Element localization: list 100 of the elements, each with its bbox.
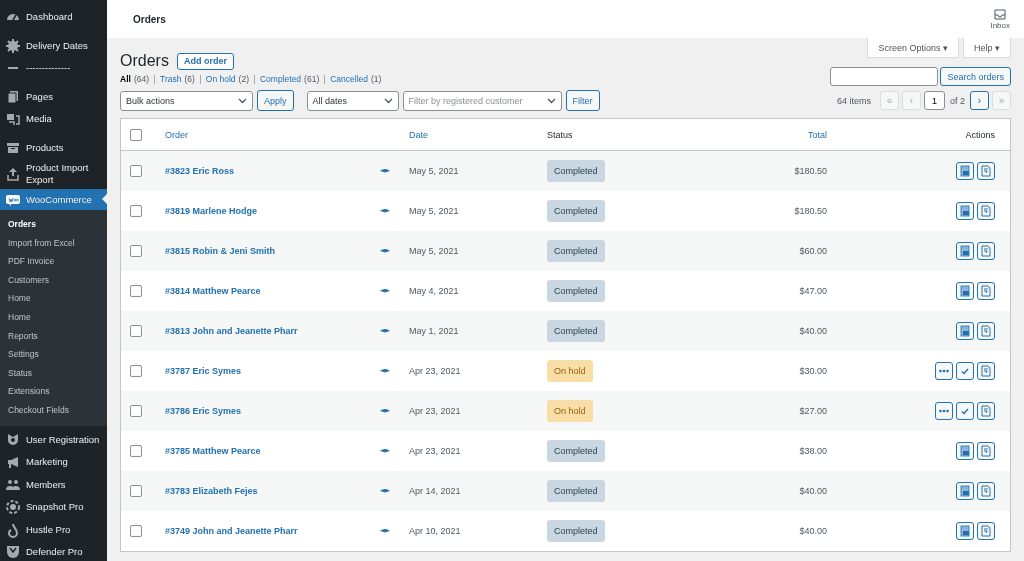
- menu-item[interactable]: User Registration: [0, 430, 107, 449]
- submenu-item[interactable]: Import from Excel: [0, 233, 107, 253]
- checkbox[interactable]: [130, 245, 142, 257]
- checkbox[interactable]: [130, 128, 142, 141]
- checkbox[interactable]: [130, 525, 142, 537]
- action-button[interactable]: [977, 282, 995, 300]
- checkbox[interactable]: [130, 325, 142, 337]
- menu-item[interactable]: Dashboard: [0, 8, 107, 26]
- checkbox[interactable]: [130, 285, 142, 297]
- menu-item[interactable]: --------------: [0, 59, 107, 77]
- search-field[interactable]: [830, 67, 939, 86]
- eye-icon[interactable]: [380, 288, 390, 294]
- order-link[interactable]: #3814 Matthew Pearce: [165, 286, 261, 296]
- bulk-actions-dropdown[interactable]: Bulk actions: [120, 90, 253, 111]
- filter-link[interactable]: All: [120, 74, 131, 84]
- action-button[interactable]: [977, 322, 995, 340]
- menu-item[interactable]: Hustle Pro: [0, 520, 107, 539]
- page-field[interactable]: 1: [924, 91, 945, 110]
- action-button[interactable]: [977, 442, 995, 460]
- submenu-item[interactable]: Home: [0, 307, 107, 327]
- filter-link[interactable]: On hold: [199, 74, 236, 84]
- submenu-item[interactable]: Extensions: [0, 382, 107, 401]
- action-button[interactable]: [956, 162, 974, 180]
- eye-icon[interactable]: [380, 168, 390, 174]
- action-button[interactable]: [977, 522, 995, 540]
- menu-item[interactable]: Members: [0, 475, 107, 494]
- action-button[interactable]: [935, 362, 953, 380]
- column-header[interactable]: Order: [165, 129, 188, 140]
- submenu-item[interactable]: PDF Invoice: [0, 252, 107, 271]
- submenu-item[interactable]: Home: [0, 289, 107, 308]
- menu-item[interactable]: Delivery Dates: [0, 36, 107, 55]
- submenu-item[interactable]: Orders: [0, 215, 107, 234]
- eye-icon[interactable]: [380, 448, 390, 454]
- order-link[interactable]: #3813 John and Jeanette Pharr: [165, 326, 298, 336]
- search-button[interactable]: Search orders: [940, 67, 1011, 86]
- action-button[interactable]: [956, 282, 974, 300]
- order-link[interactable]: #3749 John and Jeanette Pharr: [165, 526, 298, 536]
- page-button[interactable]: ›: [970, 91, 989, 110]
- order-link[interactable]: #3785 Matthew Pearce: [165, 446, 261, 456]
- screen-tab[interactable]: Screen Options ▾: [867, 38, 959, 58]
- action-button[interactable]: [956, 402, 974, 420]
- checkbox[interactable]: [130, 165, 142, 177]
- order-link[interactable]: #3786 Eric Symes: [165, 406, 242, 416]
- action-button[interactable]: [977, 482, 995, 500]
- action-button[interactable]: [956, 202, 974, 220]
- submenu-item[interactable]: Status: [0, 363, 107, 383]
- action-button[interactable]: [956, 242, 974, 260]
- submenu-item[interactable]: Settings: [0, 345, 107, 364]
- submenu-item[interactable]: Checkout Fields: [0, 400, 107, 420]
- order-link[interactable]: #3815 Robin & Jeni Smith: [165, 246, 276, 256]
- action-button[interactable]: [956, 522, 974, 540]
- aperture-icon: [5, 499, 21, 516]
- eye-icon[interactable]: [380, 368, 390, 374]
- inbox-button[interactable]: Inbox: [990, 8, 1010, 30]
- menu-item[interactable]: Products: [0, 138, 107, 157]
- filter-link[interactable]: Completed: [254, 74, 302, 84]
- filter-link[interactable]: Trash: [154, 74, 182, 84]
- eye-icon[interactable]: [380, 248, 390, 254]
- checkbox[interactable]: [130, 405, 142, 417]
- eye-icon[interactable]: [380, 328, 390, 334]
- menu-item[interactable]: Media: [0, 110, 107, 128]
- menu-item[interactable]: Snapshot Pro: [0, 498, 107, 517]
- customer-filter-field[interactable]: Filter by registered customer: [402, 90, 562, 111]
- menu-item[interactable]: Pages: [0, 87, 107, 106]
- submenu-item[interactable]: Customers: [0, 270, 107, 290]
- menu-item[interactable]: Marketing: [0, 453, 107, 472]
- apply-button[interactable]: Apply: [257, 90, 294, 111]
- action-button[interactable]: [977, 162, 995, 180]
- order-link[interactable]: #3783 Elizabeth Fejes: [165, 486, 258, 496]
- action-button[interactable]: [935, 402, 953, 420]
- action-button[interactable]: [977, 362, 995, 380]
- order-link[interactable]: #3787 Eric Symes: [165, 366, 242, 376]
- action-button[interactable]: [956, 322, 974, 340]
- add-order-button[interactable]: Add order: [176, 52, 234, 70]
- action-button[interactable]: [977, 242, 995, 260]
- action-button[interactable]: [977, 202, 995, 220]
- eye-icon[interactable]: [380, 488, 390, 494]
- checkbox[interactable]: [130, 205, 142, 217]
- eye-icon[interactable]: [380, 408, 390, 414]
- menu-item[interactable]: Product Import Export: [0, 161, 107, 187]
- action-button[interactable]: [956, 362, 974, 380]
- menu-item[interactable]: WooCommerce: [0, 189, 107, 210]
- eye-icon[interactable]: [380, 528, 390, 534]
- column-header[interactable]: Date: [409, 129, 428, 140]
- menu-item[interactable]: Defender Pro: [0, 543, 107, 561]
- checkbox[interactable]: [130, 365, 142, 377]
- checkbox[interactable]: [130, 445, 142, 457]
- order-link[interactable]: #3823 Eric Ross: [165, 166, 235, 176]
- submenu-item[interactable]: Reports: [0, 326, 107, 346]
- column-header[interactable]: Total: [808, 129, 827, 140]
- action-button[interactable]: [956, 442, 974, 460]
- filter-link[interactable]: Cancelled: [324, 74, 369, 84]
- filter-button[interactable]: Filter: [565, 90, 600, 111]
- checkbox[interactable]: [130, 485, 142, 497]
- action-button[interactable]: [956, 482, 974, 500]
- date-dropdown[interactable]: All dates: [306, 90, 399, 111]
- eye-icon[interactable]: [380, 208, 390, 214]
- action-button[interactable]: [977, 402, 995, 420]
- screen-tab[interactable]: Help ▾: [963, 38, 1011, 58]
- order-link[interactable]: #3819 Marlene Hodge: [165, 206, 258, 216]
